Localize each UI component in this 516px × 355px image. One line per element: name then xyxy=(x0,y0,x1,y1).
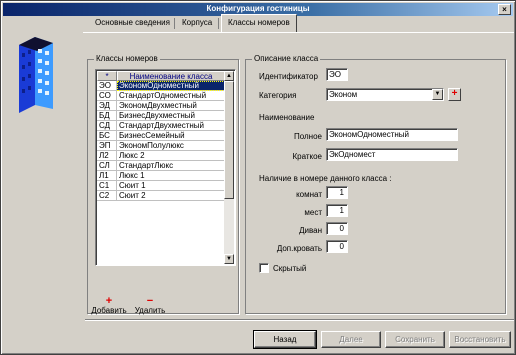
description-group-title: Описание класса xyxy=(252,54,321,63)
description-group: Описание класса Идентификатор ЭО Категор… xyxy=(245,54,506,314)
class-code-cell[interactable]: ЭО xyxy=(97,81,117,91)
presence-heading: Наличие в номере данного класса : xyxy=(259,174,392,183)
configuration-window: Конфигурация гостиницы × Основные сведен… xyxy=(0,0,516,355)
class-code-cell[interactable]: СО xyxy=(97,91,117,101)
hidden-checkbox[interactable] xyxy=(259,263,269,273)
tab-buildings[interactable]: Корпуса xyxy=(176,15,218,32)
chevron-down-icon[interactable]: ▼ xyxy=(432,89,443,100)
plus-icon: + xyxy=(105,295,113,307)
table-row[interactable]: БД БизнесДвухместный xyxy=(97,111,225,121)
class-name-cell[interactable]: ЭкономПолулюкс xyxy=(117,141,225,151)
plus-icon: + xyxy=(451,88,458,99)
category-select[interactable]: Эконом ▼ xyxy=(326,88,444,101)
class-name-cell[interactable]: ЭкономДвухместный xyxy=(117,101,225,111)
rooms-label: комнат xyxy=(296,190,322,199)
table-row[interactable]: ЭД ЭкономДвухместный xyxy=(97,101,225,111)
add-button[interactable]: + Добавить xyxy=(91,295,127,316)
scroll-down-icon[interactable]: ▼ xyxy=(224,254,234,264)
tab-separator xyxy=(174,18,175,29)
class-code-cell[interactable]: СД xyxy=(97,121,117,131)
short-name-label: Краткое xyxy=(292,152,322,161)
class-code-cell[interactable]: Л2 xyxy=(97,151,117,161)
tab-general[interactable]: Основные сведения xyxy=(89,15,176,32)
full-name-label: Полное xyxy=(293,132,322,141)
building-icon xyxy=(19,37,53,113)
classes-group-title: Классы номеров xyxy=(94,54,160,63)
class-name-cell[interactable]: Люкс 2 xyxy=(117,151,225,161)
full-name-field[interactable]: ЭкономОдноместный xyxy=(326,128,458,141)
restore-button[interactable]: Восстановить xyxy=(449,331,511,348)
column-header-name[interactable]: Наименование класса xyxy=(117,71,225,81)
category-label: Категория xyxy=(259,91,297,100)
table-row[interactable]: СО СтандартОдноместный xyxy=(97,91,225,101)
delete-button-label: Удалить xyxy=(134,306,166,315)
back-button[interactable]: Назад xyxy=(253,330,317,349)
table-row[interactable]: С1 Сюит 1 xyxy=(97,181,225,191)
hidden-label: Скрытый xyxy=(273,264,307,273)
column-header-code[interactable]: * xyxy=(97,71,117,81)
extra-bed-label: Доп.кровать xyxy=(276,244,322,253)
class-code-cell[interactable]: С2 xyxy=(97,191,117,201)
class-code-cell[interactable]: ЭД xyxy=(97,101,117,111)
name-heading: Наименование xyxy=(259,113,315,122)
bottom-divider xyxy=(85,319,514,321)
grid-vertical-scrollbar[interactable]: ▲ ▼ xyxy=(224,71,234,264)
classes-grid[interactable]: * Наименование класса ЭО ЭкономОдноместны… xyxy=(95,69,236,266)
class-name-cell[interactable]: ЭкономОдноместный xyxy=(117,81,225,91)
close-button[interactable]: × xyxy=(498,4,511,15)
class-name-cell[interactable]: СтандартОдноместный xyxy=(117,91,225,101)
places-field[interactable]: 1 xyxy=(326,204,348,217)
table-row[interactable]: СЛ СтандартЛюкс xyxy=(97,161,225,171)
extra-bed-field[interactable]: 0 xyxy=(326,240,348,253)
tab-separator xyxy=(218,18,219,29)
minus-icon: − xyxy=(146,295,154,307)
sofa-field[interactable]: 0 xyxy=(326,222,348,235)
scroll-up-icon[interactable]: ▲ xyxy=(224,71,234,81)
class-code-cell[interactable]: Л1 xyxy=(97,171,117,181)
grid-rows: ЭО ЭкономОдноместный СО СтандартОдноместный… xyxy=(97,81,225,201)
class-code-cell[interactable]: БС xyxy=(97,131,117,141)
window-title: Конфигурация гостиницы xyxy=(206,4,310,13)
class-code-cell[interactable]: СЛ xyxy=(97,161,117,171)
class-name-cell[interactable]: Люкс 1 xyxy=(117,171,225,181)
class-name-cell[interactable]: БизнесДвухместный xyxy=(117,111,225,121)
add-button-label: Добавить xyxy=(91,306,127,315)
tab-room-classes[interactable]: Классы номеров xyxy=(221,14,297,33)
table-row[interactable]: СД СтандартДвухместный xyxy=(97,121,225,131)
rooms-field[interactable]: 1 xyxy=(326,186,348,199)
short-name-field[interactable]: ЭкОдномест xyxy=(326,148,458,161)
class-code-cell[interactable]: С1 xyxy=(97,181,117,191)
table-row[interactable]: С2 Сюит 2 xyxy=(97,191,225,201)
save-button[interactable]: Сохранить xyxy=(385,331,445,348)
add-category-button[interactable]: + xyxy=(448,88,461,101)
classes-group: Классы номеров * Наименование класса ЭО Э… xyxy=(87,54,239,314)
class-code-cell[interactable]: ЭП xyxy=(97,141,117,151)
grid-header: * Наименование класса xyxy=(97,71,225,81)
table-row[interactable]: Л2 Люкс 2 xyxy=(97,151,225,161)
class-name-cell[interactable]: БизнесСемейный xyxy=(117,131,225,141)
delete-button[interactable]: − Удалить xyxy=(133,295,167,316)
table-row[interactable]: БС БизнесСемейный xyxy=(97,131,225,141)
scroll-thumb[interactable] xyxy=(224,81,234,199)
table-row[interactable]: Л1 Люкс 1 xyxy=(97,171,225,181)
table-row[interactable]: ЭО ЭкономОдноместный xyxy=(97,81,225,91)
class-name-cell[interactable]: СтандартДвухместный xyxy=(117,121,225,131)
class-name-cell[interactable]: Сюит 1 xyxy=(117,181,225,191)
room-classes-panel: Классы номеров * Наименование класса ЭО Э… xyxy=(83,32,514,320)
class-name-cell[interactable]: СтандартЛюкс xyxy=(117,161,225,171)
class-name-cell[interactable]: Сюит 2 xyxy=(117,191,225,201)
id-field[interactable]: ЭО xyxy=(326,68,348,81)
category-value: Эконом xyxy=(329,90,358,99)
id-label: Идентификатор xyxy=(259,72,318,81)
next-button[interactable]: Далее xyxy=(321,331,381,348)
class-code-cell[interactable]: БД xyxy=(97,111,117,121)
places-label: мест xyxy=(304,208,322,217)
table-row[interactable]: ЭП ЭкономПолулюкс xyxy=(97,141,225,151)
sofa-label: Диван xyxy=(299,226,322,235)
